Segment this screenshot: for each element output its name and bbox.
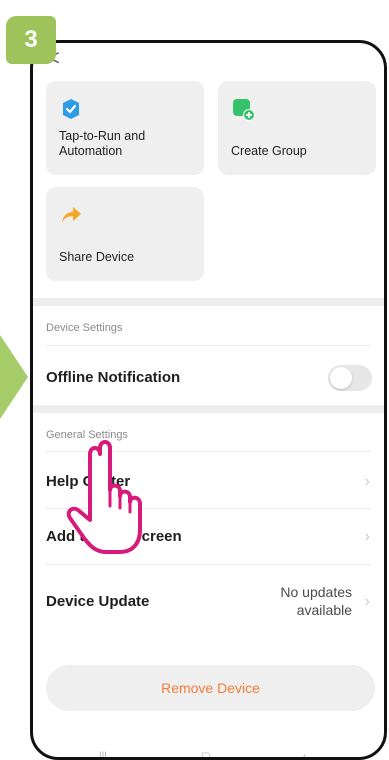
divider bbox=[46, 564, 371, 565]
nav-home-icon[interactable]: ▢ bbox=[201, 751, 225, 757]
chevron-right-icon: › bbox=[364, 473, 370, 490]
share-device-card[interactable]: Share Device bbox=[46, 187, 204, 281]
create-group-label: Create Group bbox=[231, 144, 307, 158]
share-device-label: Share Device bbox=[59, 250, 135, 264]
chevron-right-icon: › bbox=[364, 593, 370, 610]
offline-notification-label: Offline Notification bbox=[46, 369, 181, 386]
step-badge: 3 bbox=[6, 16, 56, 64]
toggle-knob bbox=[330, 367, 352, 389]
pointing-hand-icon bbox=[66, 440, 142, 554]
tap-to-run-card[interactable]: Tap-to-Run and Automation bbox=[46, 81, 204, 175]
device-settings-screen: < Tap-to-Run and Automation Create Group bbox=[33, 43, 384, 757]
device-update-label[interactable]: Device Update bbox=[46, 593, 149, 610]
section-gap bbox=[33, 405, 384, 413]
step-arrow-indicator bbox=[0, 335, 28, 419]
create-group-card[interactable]: Create Group bbox=[218, 81, 376, 175]
device-settings-title: Device Settings bbox=[46, 322, 123, 334]
tap-to-run-label: Tap-to-Run and Automation bbox=[59, 129, 146, 158]
check-icon bbox=[63, 99, 79, 119]
remove-device-button[interactable]: Remove Device bbox=[46, 665, 375, 711]
phone-frame: < Tap-to-Run and Automation Create Group bbox=[30, 40, 387, 760]
divider bbox=[46, 345, 371, 346]
section-gap bbox=[33, 298, 384, 306]
offline-notification-toggle[interactable] bbox=[328, 365, 372, 391]
chevron-right-icon: › bbox=[364, 528, 370, 545]
share-arrow-icon bbox=[62, 207, 81, 223]
nav-back-icon[interactable]: ‹ bbox=[303, 751, 327, 757]
add-group-icon bbox=[233, 99, 255, 121]
nav-recents-icon[interactable]: ||| bbox=[99, 751, 123, 757]
update-status-text: No updates available bbox=[280, 584, 352, 618]
